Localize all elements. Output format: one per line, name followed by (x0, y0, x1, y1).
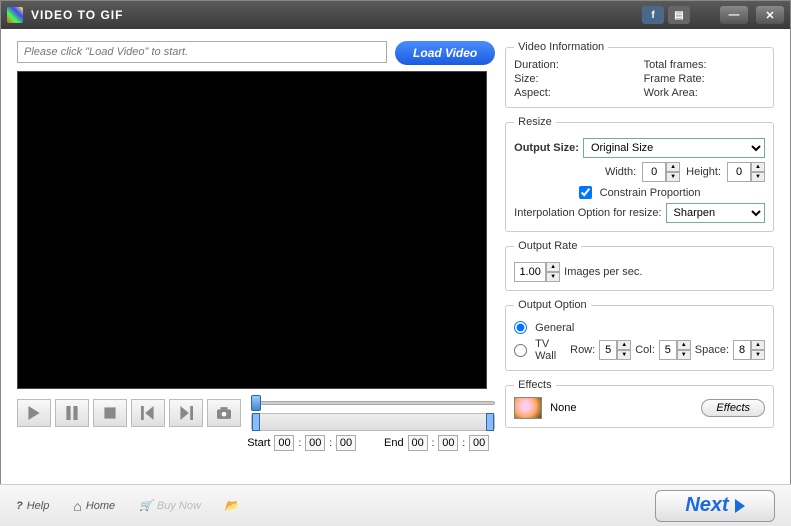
output-rate-stepper[interactable]: ▲▼ (514, 262, 560, 282)
effects-group: Effects None Effects (505, 379, 774, 428)
app-title: VIDEO TO GIF (31, 8, 642, 22)
play-button[interactable] (17, 399, 51, 427)
width-stepper[interactable]: ▲▼ (642, 162, 680, 182)
output-option-group: Output Option General TV Wall Row: ▲▼ Co… (505, 299, 774, 371)
effects-button[interactable]: Effects (701, 399, 765, 417)
total-frames-label: Total frames: (644, 59, 765, 71)
resize-group: Resize Output Size: Original Size Width:… (505, 116, 774, 232)
end-minutes[interactable]: 00 (438, 435, 458, 451)
output-rate-unit: Images per sec. (564, 266, 642, 278)
buy-now-link[interactable]: Buy Now (139, 499, 201, 512)
space-stepper[interactable]: ▲▼ (733, 340, 765, 360)
help-link[interactable]: Help (16, 500, 49, 512)
work-area-label: Work Area: (644, 87, 765, 99)
range-slider[interactable] (251, 413, 495, 431)
effect-thumbnail (514, 397, 542, 419)
video-information-group: Video Information Duration: Total frames… (505, 41, 774, 108)
tvwall-label: TV Wall (535, 338, 558, 362)
duration-label: Duration: (514, 59, 635, 71)
interpolation-label: Interpolation Option for resize: (514, 207, 661, 219)
next-arrow-icon (735, 499, 745, 513)
output-rate-group: Output Rate ▲▼ Images per sec. (505, 240, 774, 291)
home-link[interactable]: Home (73, 498, 115, 514)
video-preview (17, 71, 487, 389)
output-size-label: Output Size: (514, 142, 579, 154)
aspect-label: Aspect: (514, 87, 635, 99)
size-label: Size: (514, 73, 635, 85)
facebook-icon[interactable]: f (642, 6, 664, 24)
titlebar: VIDEO TO GIF f ▤ — ✕ (1, 1, 790, 29)
effect-current: None (550, 402, 693, 414)
cart-icon (139, 499, 153, 512)
height-label: Height: (686, 166, 721, 178)
effects-legend: Effects (514, 379, 555, 391)
tvwall-radio[interactable] (514, 344, 527, 357)
bottom-bar: Help Home Buy Now Next (0, 484, 791, 526)
general-radio[interactable] (514, 321, 527, 334)
col-stepper[interactable]: ▲▼ (659, 340, 691, 360)
height-stepper[interactable]: ▲▼ (727, 162, 765, 182)
row-label: Row: (570, 344, 595, 356)
help-icon (16, 500, 23, 512)
start-label: Start (247, 437, 270, 449)
end-label: End (384, 437, 404, 449)
end-hours[interactable]: 00 (408, 435, 428, 451)
start-hours[interactable]: 00 (274, 435, 294, 451)
close-button[interactable]: ✕ (756, 6, 784, 24)
prev-frame-button[interactable] (131, 399, 165, 427)
width-label: Width: (605, 166, 636, 178)
minimize-button[interactable]: — (720, 6, 748, 24)
load-video-button[interactable]: Load Video (395, 41, 495, 65)
next-button[interactable]: Next (655, 490, 775, 522)
stop-button[interactable] (93, 399, 127, 427)
interpolation-select[interactable]: Sharpen (666, 203, 765, 223)
constrain-label: Constrain Proportion (600, 187, 701, 199)
app-icon (7, 7, 23, 23)
space-label: Space: (695, 344, 729, 356)
video-info-legend: Video Information (514, 41, 608, 53)
output-option-legend: Output Option (514, 299, 591, 311)
open-folder-link[interactable] (225, 499, 239, 512)
row-stepper[interactable]: ▲▼ (599, 340, 631, 360)
resize-legend: Resize (514, 116, 556, 128)
pause-button[interactable] (55, 399, 89, 427)
playhead-slider[interactable] (251, 395, 495, 411)
document-icon[interactable]: ▤ (668, 6, 690, 24)
general-label: General (535, 322, 574, 334)
folder-icon (225, 499, 239, 512)
frame-rate-label: Frame Rate: (644, 73, 765, 85)
start-seconds[interactable]: 00 (336, 435, 356, 451)
output-rate-legend: Output Rate (514, 240, 581, 252)
next-frame-button[interactable] (169, 399, 203, 427)
constrain-proportion-checkbox[interactable] (579, 186, 592, 199)
home-icon (73, 498, 81, 514)
col-label: Col: (635, 344, 655, 356)
start-minutes[interactable]: 00 (305, 435, 325, 451)
end-seconds[interactable]: 00 (469, 435, 489, 451)
output-size-select[interactable]: Original Size (583, 138, 765, 158)
video-path-input[interactable] (17, 41, 387, 63)
snapshot-button[interactable] (207, 399, 241, 427)
